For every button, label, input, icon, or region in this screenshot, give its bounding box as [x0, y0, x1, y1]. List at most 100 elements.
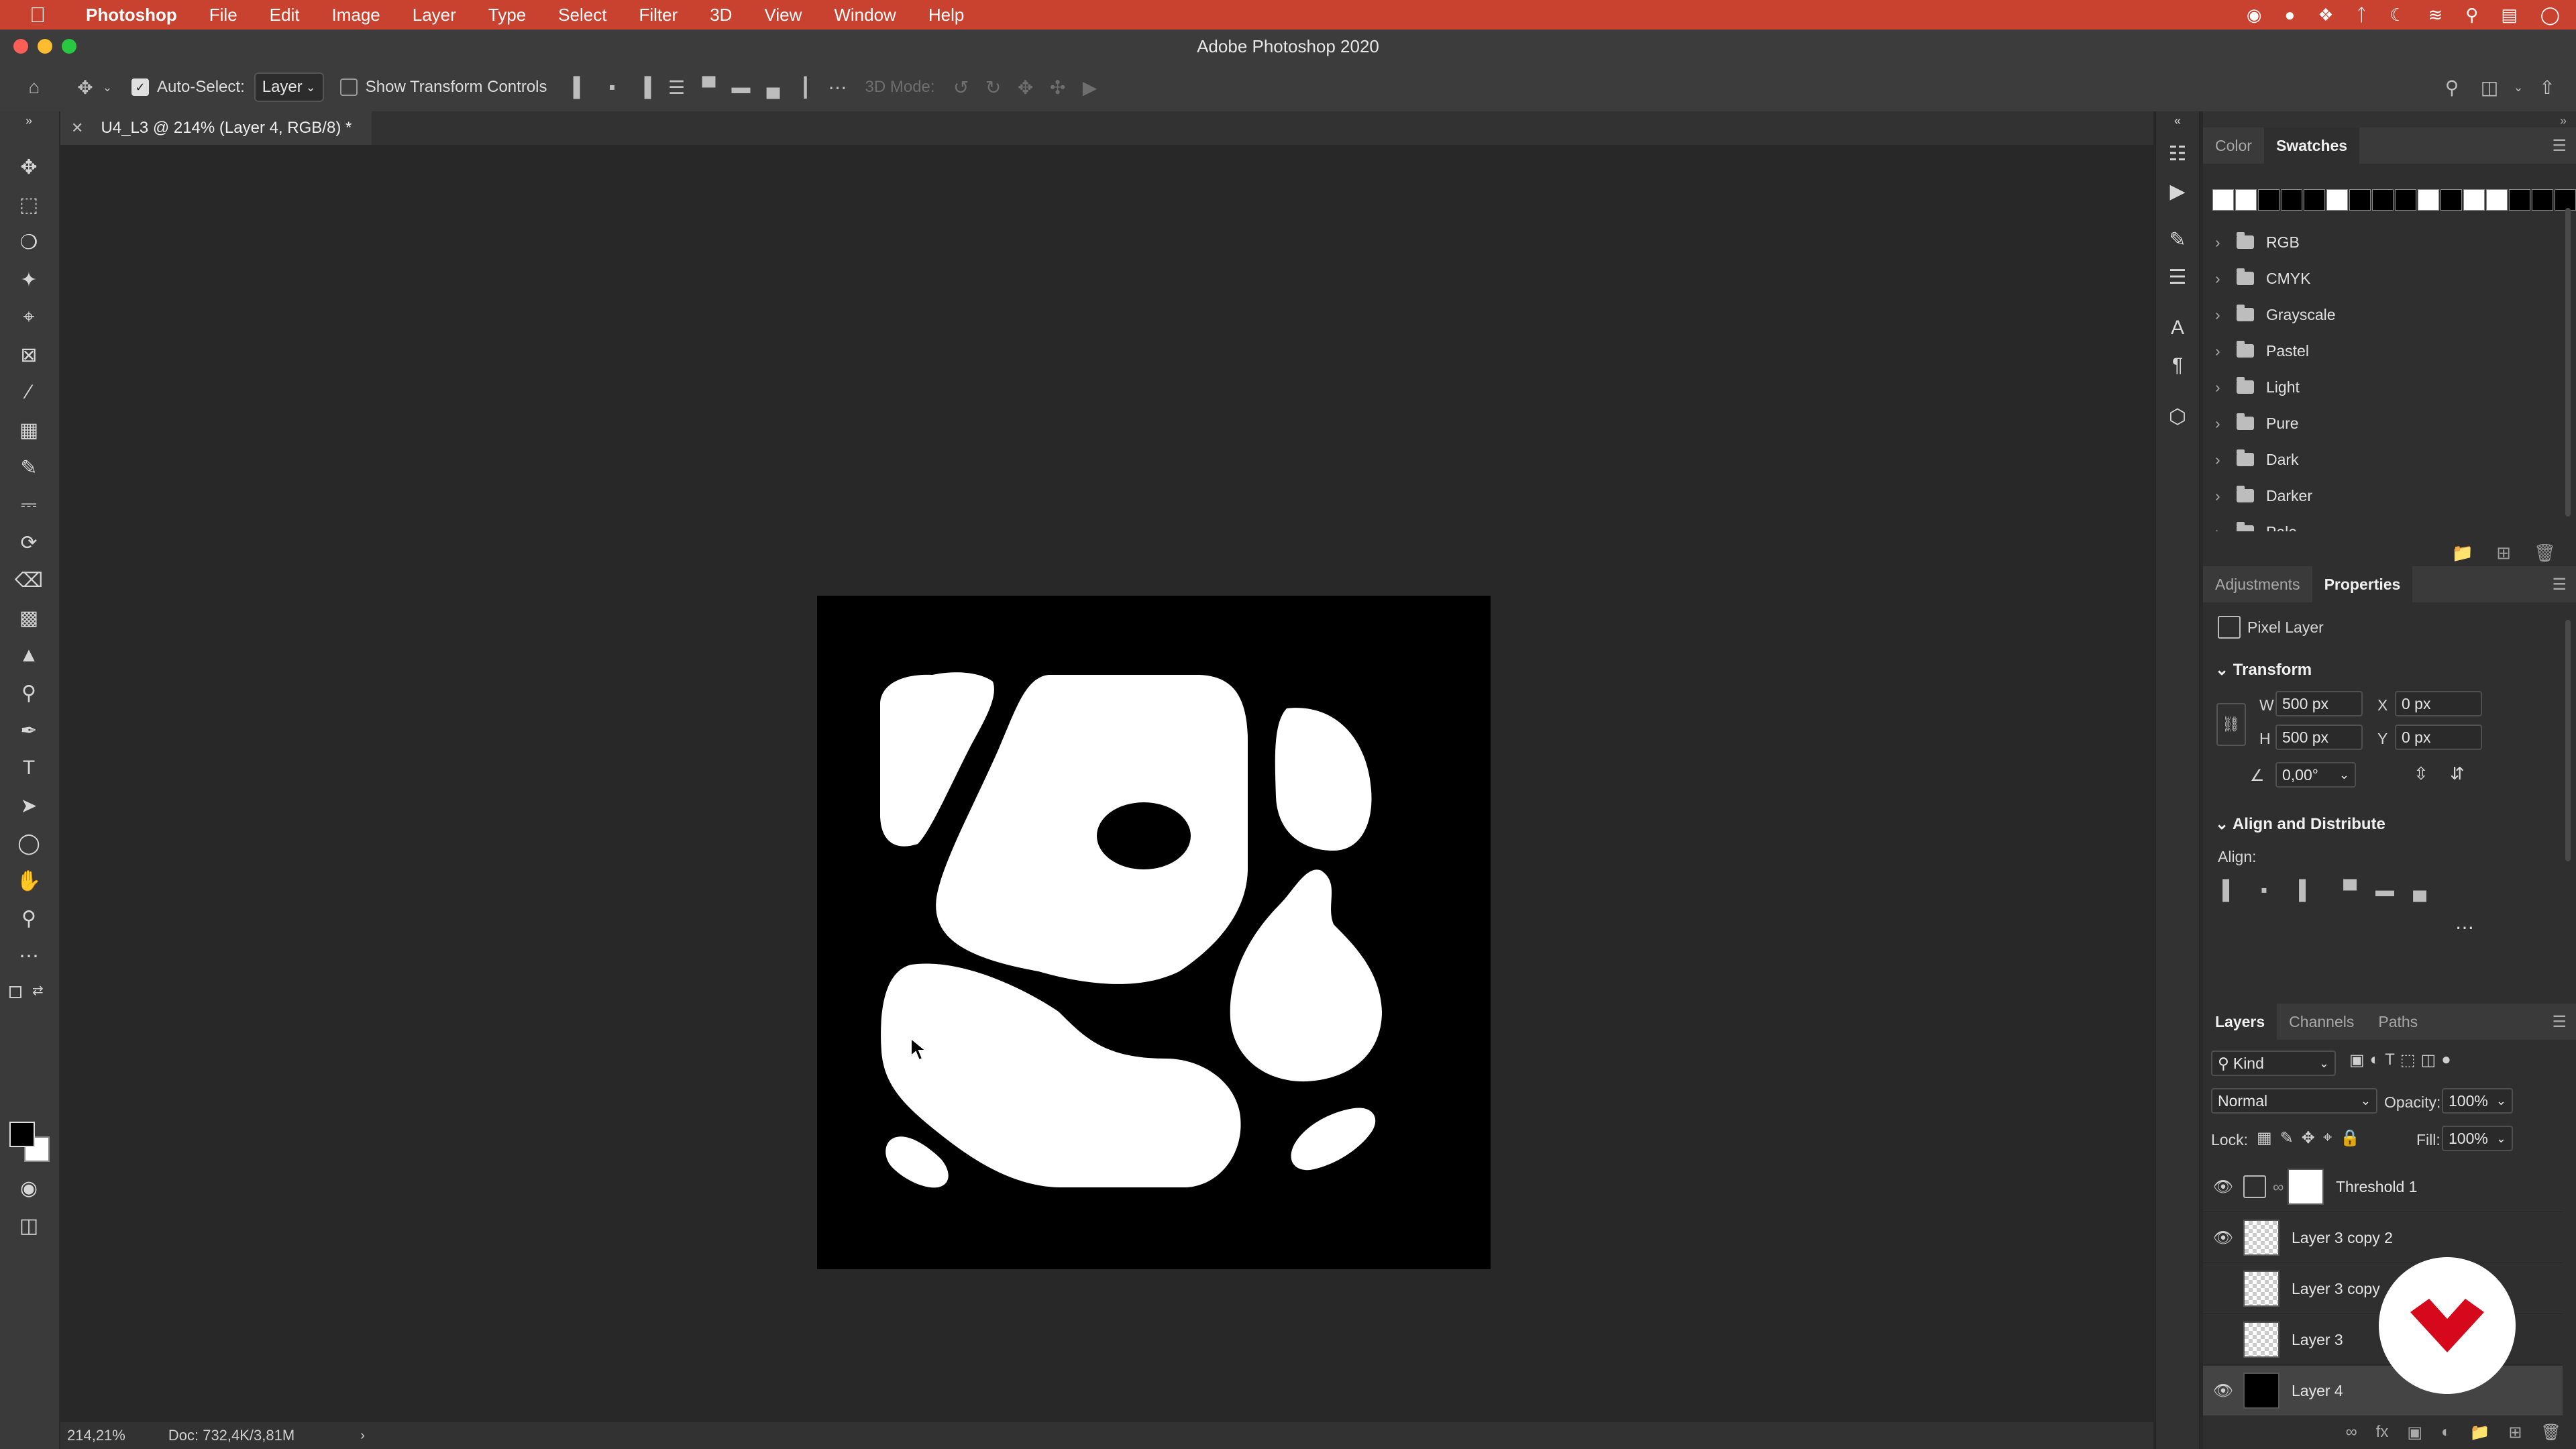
layer-mask-thumbnail[interactable] — [2288, 1169, 2324, 1205]
distribute-vertical-icon[interactable]: ☰ — [661, 72, 692, 103]
dodge-tool-icon[interactable]: ⚲ — [12, 676, 46, 710]
color-swatch[interactable] — [2235, 189, 2257, 211]
bluetooth-icon[interactable]: ᛏ — [2357, 5, 2367, 25]
visibility-eye-icon[interactable]: 👁 — [2203, 1381, 2243, 1401]
color-swatch[interactable] — [2349, 189, 2371, 211]
swatch-folder-grayscale[interactable]: › Grayscale — [2215, 297, 2336, 333]
menu-file[interactable]: File — [193, 5, 254, 25]
menu-type[interactable]: Type — [472, 5, 542, 25]
opacity-field[interactable]: 100% ⌄ — [2442, 1088, 2513, 1114]
angle-field[interactable]: 0,00° ⌄ — [2275, 762, 2356, 788]
visibility-eye-icon[interactable]: 👁 — [2203, 1228, 2243, 1248]
color-swatch[interactable] — [2532, 189, 2553, 211]
menu-app-name[interactable]: Photoshop — [70, 5, 193, 25]
panel-menu-icon[interactable]: ☰ — [2552, 1012, 2567, 1032]
collapse-panels-icon[interactable]: « — [2161, 114, 2194, 127]
document-canvas[interactable] — [817, 596, 1491, 1269]
dark-mode-icon[interactable]: ☾ — [2390, 5, 2405, 25]
more-options-icon[interactable]: ⋯ — [822, 72, 853, 103]
3d-scale-icon[interactable]: ▶ — [1075, 72, 1106, 103]
lasso-tool-icon[interactable]: ❍ — [12, 225, 46, 259]
align-right-edges-icon[interactable]: ▐ — [629, 72, 660, 103]
swap-colors-icon[interactable]: ⇄ — [32, 982, 44, 999]
3d-roll-icon[interactable]: ↻ — [978, 72, 1009, 103]
foreground-color-swatch[interactable] — [9, 1122, 35, 1147]
align-vertical-centers-icon[interactable]: ▬ — [726, 72, 757, 103]
layer-row-threshold-1[interactable]: 👁 ∞ Threshold 1 — [2203, 1162, 2563, 1212]
blend-mode-dropdown[interactable]: Normal ⌄ — [2211, 1088, 2377, 1114]
fill-field[interactable]: 100% ⌄ — [2442, 1126, 2513, 1151]
tab-paths[interactable]: Paths — [2366, 1004, 2430, 1040]
color-swatch[interactable] — [2555, 189, 2576, 211]
height-field[interactable]: 500 px — [2275, 724, 2363, 750]
workspace-layout-icon[interactable]: ◫ — [2474, 72, 2505, 103]
lock-position-icon[interactable]: ✥ — [2302, 1128, 2315, 1148]
menu-3d[interactable]: 3D — [694, 5, 748, 25]
lock-all-icon[interactable]: 🔒 — [2340, 1128, 2360, 1148]
screen-mode-icon[interactable]: ◫ — [12, 1209, 46, 1242]
magic-wand-tool-icon[interactable]: ✦ — [12, 263, 46, 297]
tab-properties[interactable]: Properties — [2312, 566, 2413, 602]
hand-tool-icon[interactable]: ✋ — [12, 864, 46, 898]
x-position-field[interactable]: 0 px — [2395, 691, 2482, 716]
swatch-folder-darker[interactable]: › Darker — [2215, 478, 2312, 514]
document-tab[interactable]: ✕ U4_L3 @ 214% (Layer 4, RGB/8) * — [60, 111, 372, 145]
gradient-tool-icon[interactable]: ▩ — [12, 601, 46, 635]
creative-cloud-icon[interactable]: ◉ — [2247, 5, 2262, 25]
rectangular-marquee-tool-icon[interactable]: ⬚ — [12, 188, 46, 221]
crop-tool-icon[interactable]: ⌖ — [12, 301, 46, 334]
actions-panel-icon[interactable]: ▶ — [2161, 174, 2194, 208]
default-colors-icon[interactable] — [9, 986, 21, 998]
delete-icon[interactable]: 🗑 — [2534, 543, 2556, 564]
swatch-folder-pastel[interactable]: › Pastel — [2215, 333, 2309, 369]
align-top-icon[interactable]: ▀ — [2334, 875, 2365, 906]
color-swatch[interactable] — [2509, 189, 2530, 211]
more-options-icon[interactable]: ⋯ — [2455, 916, 2474, 938]
lock-transparent-pixels-icon[interactable]: ▦ — [2257, 1128, 2272, 1148]
panel-menu-icon[interactable]: ☰ — [2552, 136, 2567, 156]
tab-layers[interactable]: Layers — [2203, 1004, 2277, 1040]
move-tool-preset-icon[interactable]: ✥ — [70, 72, 101, 103]
swatch-folder-rgb[interactable]: › RGB — [2215, 224, 2300, 260]
chevron-right-icon[interactable]: › — [360, 1428, 365, 1444]
close-tab-icon[interactable]: ✕ — [71, 119, 83, 137]
brush-tool-icon[interactable]: ✎ — [12, 451, 46, 484]
color-swatch[interactable] — [2486, 189, 2508, 211]
collapse-toolbar-icon[interactable]: » — [12, 114, 46, 127]
edit-toolbar-icon[interactable]: ⋯ — [12, 939, 46, 973]
minimize-window-button[interactable] — [38, 39, 52, 54]
color-swatch[interactable] — [2463, 189, 2485, 211]
filter-adjustment-icon[interactable]: ◐ — [2370, 1051, 2380, 1070]
control-center-icon[interactable]: ▤ — [2501, 5, 2518, 25]
spot-healing-brush-tool-icon[interactable]: ▦ — [12, 413, 46, 447]
pen-tool-icon[interactable]: ✒ — [12, 714, 46, 747]
close-window-button[interactable] — [13, 39, 28, 54]
new-group-folder-icon[interactable]: 📁 — [2452, 543, 2473, 564]
menu-layer[interactable]: Layer — [396, 5, 472, 25]
chevron-down-icon[interactable]: ⌄ — [101, 72, 114, 103]
3d-slide-icon[interactable]: ✣ — [1042, 72, 1073, 103]
align-distribute-section-header[interactable]: ⌄ Align and Distribute — [2215, 814, 2385, 834]
link-layers-icon[interactable]: ∞ — [2346, 1423, 2357, 1442]
blur-tool-icon[interactable]: ▲ — [12, 639, 46, 672]
panel-menu-icon[interactable]: ☰ — [2552, 575, 2567, 594]
wifi-icon[interactable]: ≋ — [2428, 5, 2443, 25]
clone-stamp-tool-icon[interactable]: ⎓ — [12, 488, 46, 522]
ellipse-tool-icon[interactable]: ◯ — [12, 826, 46, 860]
show-transform-controls-checkbox[interactable] — [339, 78, 358, 96]
layer-filter-dropdown[interactable]: ⚲ Kind ⌄ — [2211, 1051, 2336, 1076]
delete-layer-icon[interactable]: 🗑 — [2541, 1423, 2561, 1442]
home-icon[interactable]: ⌂ — [19, 72, 50, 103]
properties-scrollbar[interactable] — [2565, 620, 2571, 861]
filter-shape-icon[interactable]: ⬚ — [2400, 1051, 2416, 1070]
character-panel-icon[interactable]: A — [2161, 311, 2194, 345]
paragraph-panel-icon[interactable]: ¶ — [2161, 349, 2194, 382]
new-swatch-icon[interactable]: ⊞ — [2496, 543, 2511, 564]
move-tool-icon[interactable]: ✥ — [12, 150, 46, 184]
align-horizontal-centers-icon[interactable]: ▪ — [597, 72, 628, 103]
adjustment-sliders-icon[interactable]: ☰ — [2161, 260, 2194, 294]
menu-filter[interactable]: Filter — [623, 5, 694, 25]
swatch-folder-light[interactable]: › Light — [2215, 369, 2300, 405]
tab-channels[interactable]: Channels — [2277, 1004, 2366, 1040]
color-swatch[interactable] — [2304, 189, 2325, 211]
